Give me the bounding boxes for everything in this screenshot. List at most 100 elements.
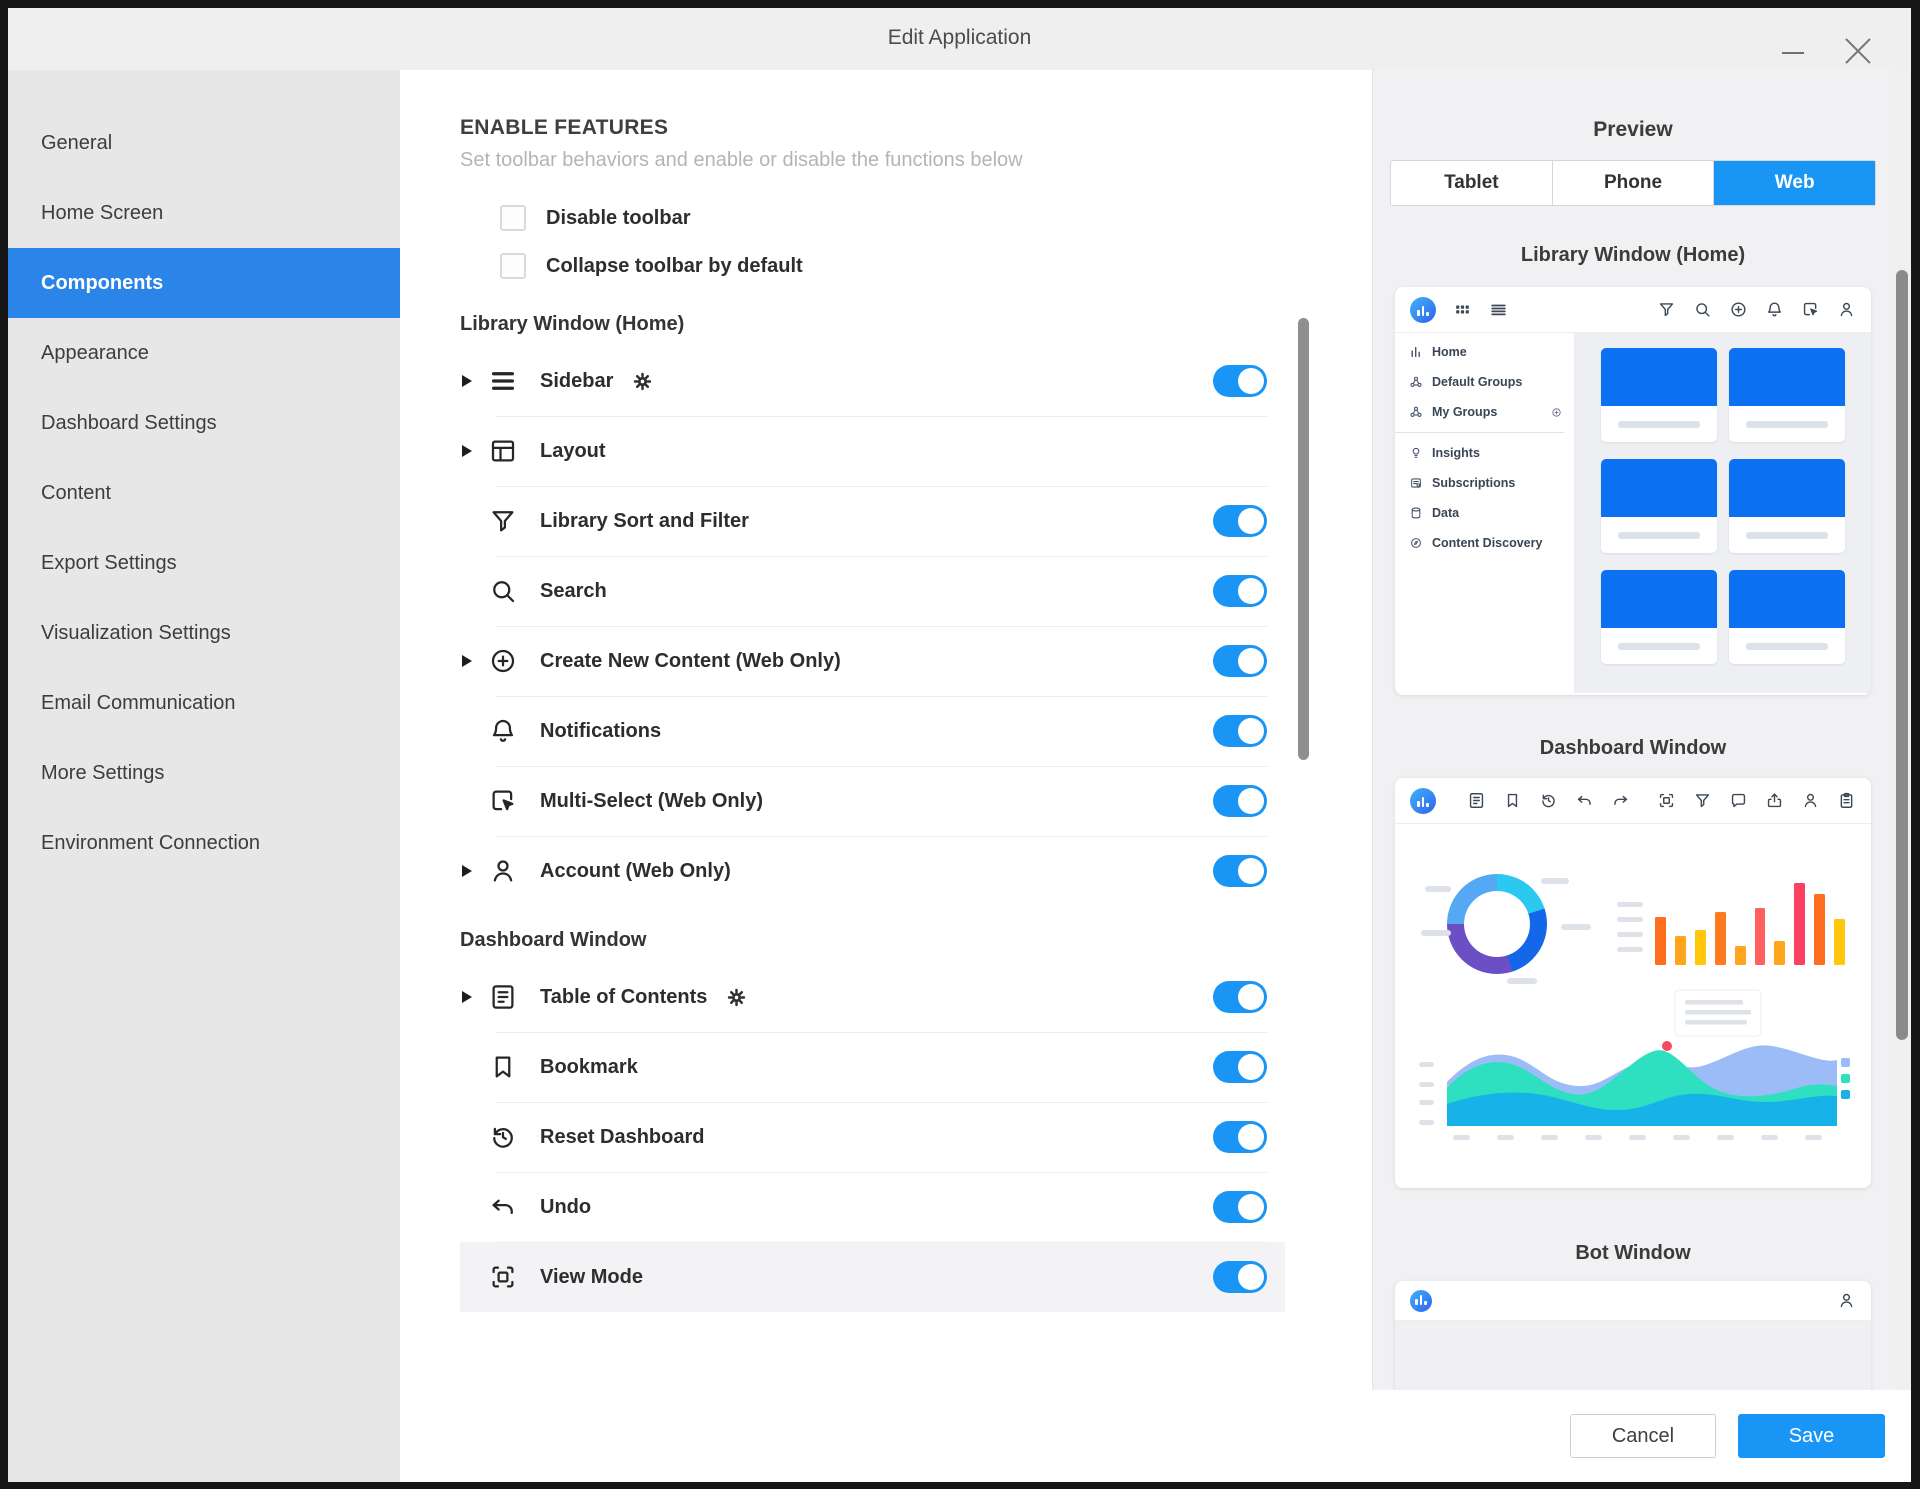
chart-label-placeholder	[1425, 886, 1451, 892]
history-icon	[1539, 791, 1558, 810]
sidebar-item-dashboard-settings[interactable]: Dashboard Settings	[8, 388, 400, 458]
preview-nav-home: Home	[1395, 337, 1574, 367]
viewmode-icon	[1657, 791, 1676, 810]
content-card-thumbnail	[1729, 348, 1845, 442]
toggle-knob	[1238, 1054, 1264, 1080]
sidebar-toggle[interactable]	[1213, 365, 1267, 397]
library-preview-title: Library Window (Home)	[1373, 244, 1893, 267]
sidebar-item-environment-connection[interactable]: Environment Connection	[8, 808, 400, 878]
undo-toggle[interactable]	[1213, 1191, 1267, 1223]
gear-icon[interactable]	[631, 370, 654, 393]
search-toggle[interactable]	[1213, 575, 1267, 607]
content-card-thumbnail	[1601, 348, 1717, 442]
text-placeholder	[1618, 421, 1700, 428]
bookmark-icon	[488, 1052, 518, 1082]
feature-label: Layout	[540, 440, 606, 463]
content-scrollbar-thumb[interactable]	[1298, 318, 1309, 760]
sidebar-item-visualization-settings[interactable]: Visualization Settings	[8, 598, 400, 668]
chart-label-placeholder	[1561, 924, 1591, 930]
tab-web[interactable]: Web	[1714, 161, 1875, 205]
account-web-only-toggle[interactable]	[1213, 855, 1267, 887]
view-mode-toggle[interactable]	[1213, 1261, 1267, 1293]
expand-arrow-icon[interactable]	[462, 445, 488, 457]
sidebar-item-export-settings[interactable]: Export Settings	[8, 528, 400, 598]
expand-arrow-icon	[462, 725, 488, 737]
card-image-placeholder	[1729, 570, 1845, 628]
expand-arrow-icon	[462, 795, 488, 807]
donut-chart	[1447, 874, 1547, 974]
minimize-icon[interactable]	[1782, 52, 1804, 54]
sidebar-item-appearance[interactable]: Appearance	[8, 318, 400, 388]
content-card-thumbnail	[1601, 459, 1717, 553]
tab-phone[interactable]: Phone	[1553, 161, 1715, 205]
expand-arrow-icon	[462, 585, 488, 597]
library-preview-toolbar	[1395, 287, 1871, 333]
text-placeholder	[1746, 643, 1828, 650]
sidebar-item-home-screen[interactable]: Home Screen	[8, 178, 400, 248]
sidebar-item-more-settings[interactable]: More Settings	[8, 738, 400, 808]
search-icon	[488, 576, 518, 606]
card-caption	[1729, 517, 1845, 553]
text-placeholder	[1618, 643, 1700, 650]
home-chart-icon	[1409, 345, 1423, 359]
preview-nav-label: Content Discovery	[1432, 536, 1542, 550]
expand-arrow-icon	[462, 515, 488, 527]
notifications-toggle[interactable]	[1213, 715, 1267, 747]
feature-label: Table of Contents	[540, 986, 707, 1009]
close-icon[interactable]	[1845, 34, 1871, 60]
table-of-contents-toggle[interactable]	[1213, 981, 1267, 1013]
area-legend	[1841, 1058, 1850, 1099]
area-chart	[1417, 984, 1851, 1144]
card-image-placeholder	[1601, 348, 1717, 406]
bell-icon	[488, 716, 518, 746]
toggle-knob	[1238, 858, 1264, 884]
enable-features-heading: ENABLE FEATURES	[460, 116, 1372, 140]
window-scrollbar-thumb[interactable]	[1896, 270, 1908, 1040]
feature-row-create-new-content-web-only: Create New Content (Web Only)	[460, 626, 1285, 696]
expand-arrow-icon	[462, 1201, 488, 1213]
multi-select-web-only-toggle[interactable]	[1213, 785, 1267, 817]
undo-icon	[488, 1192, 518, 1222]
expand-arrow-icon[interactable]	[462, 865, 488, 877]
expand-arrow-icon[interactable]	[462, 991, 488, 1003]
filter-icon	[1657, 300, 1676, 319]
preview-nav-label: Home	[1432, 345, 1467, 359]
expand-arrow-icon[interactable]	[462, 655, 488, 667]
preview-nav-content-discovery: Content Discovery	[1395, 528, 1574, 558]
disable-toolbar-checkbox[interactable]	[500, 205, 526, 231]
toggle-knob	[1238, 1264, 1264, 1290]
sidebar-item-email-communication[interactable]: Email Communication	[8, 668, 400, 738]
reset-dashboard-toggle[interactable]	[1213, 1121, 1267, 1153]
data-icon	[1409, 506, 1423, 520]
comment-icon	[1729, 791, 1748, 810]
bookmark-toggle[interactable]	[1213, 1051, 1267, 1083]
sidebar-item-components[interactable]: Components	[8, 248, 400, 318]
dashboard-preview-card	[1395, 778, 1871, 1188]
bot-preview-body	[1395, 1321, 1871, 1390]
bar-8	[1794, 883, 1805, 965]
create-new-content-web-only-toggle[interactable]	[1213, 645, 1267, 677]
section-title-dashboard-window: Dashboard Window	[460, 912, 1285, 962]
tab-tablet[interactable]: Tablet	[1391, 161, 1553, 205]
collapse-toolbar-by-default-checkbox[interactable]	[500, 253, 526, 279]
feature-row-bookmark: Bookmark	[460, 1032, 1285, 1102]
gear-icon[interactable]	[725, 986, 748, 1009]
multiselect-icon	[488, 786, 518, 816]
save-button[interactable]: Save	[1738, 1414, 1885, 1458]
history-icon	[488, 1122, 518, 1152]
cancel-button[interactable]: Cancel	[1570, 1414, 1716, 1458]
feature-label: Sidebar	[540, 370, 613, 393]
add-icon	[488, 646, 518, 676]
preview-nav-insights: Insights	[1395, 438, 1574, 468]
discovery-icon	[1409, 536, 1423, 550]
multiselect-icon	[1801, 300, 1820, 319]
feature-label: Notifications	[540, 720, 661, 743]
filter-icon	[1693, 791, 1712, 810]
toggle-knob	[1238, 508, 1264, 534]
sidebar-item-general[interactable]: General	[8, 108, 400, 178]
expand-arrow-icon[interactable]	[462, 375, 488, 387]
add-icon	[1729, 300, 1748, 319]
feature-row-sidebar: Sidebar	[460, 346, 1285, 416]
library-sort-and-filter-toggle[interactable]	[1213, 505, 1267, 537]
sidebar-item-content[interactable]: Content	[8, 458, 400, 528]
